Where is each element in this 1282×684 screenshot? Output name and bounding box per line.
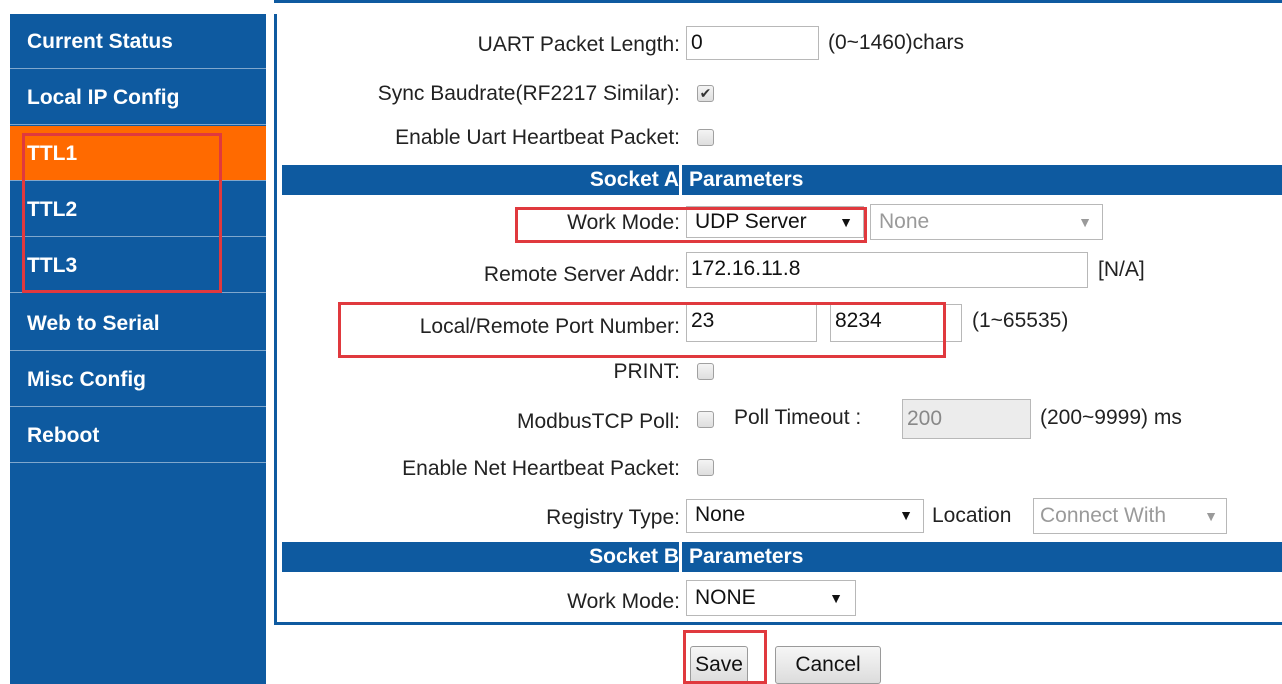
- sidebar: Current Status Local IP Config TTL1 TTL2…: [10, 14, 266, 684]
- section-divider: [679, 542, 682, 572]
- location-label: Location: [932, 504, 1012, 527]
- work-mode-label: Work Mode:: [567, 211, 680, 234]
- poll-timeout-label: Poll Timeout :: [734, 406, 862, 429]
- caret-down-icon: ▼: [1078, 214, 1092, 230]
- caret-down-icon: ▼: [839, 214, 853, 230]
- modbus-poll-checkbox[interactable]: [697, 411, 714, 428]
- socket-a-header-title: Socket A: [589, 168, 679, 191]
- sidebar-item-reboot[interactable]: Reboot: [10, 408, 266, 463]
- sidebar-item-local-ip-config[interactable]: Local IP Config: [10, 70, 266, 125]
- location-value: Connect With: [1040, 504, 1167, 527]
- save-button[interactable]: Save: [690, 646, 748, 684]
- socket-b-header-title: Socket B: [589, 545, 679, 568]
- caret-down-icon: ▼: [899, 507, 913, 523]
- caret-down-icon: ▼: [829, 590, 843, 606]
- sidebar-item-ttl3[interactable]: TTL3: [10, 238, 266, 293]
- registry-type-label: Registry Type:: [546, 506, 680, 529]
- cancel-button[interactable]: Cancel: [775, 646, 881, 684]
- poll-timeout-input[interactable]: 200: [902, 399, 1031, 439]
- remote-server-addr-input[interactable]: 172.16.11.8: [686, 252, 1088, 288]
- work-mode-secondary-value: None: [879, 210, 930, 233]
- frame-left-border: [274, 14, 277, 625]
- registry-type-select[interactable]: None ▼: [686, 499, 924, 533]
- caret-down-icon: ▼: [1204, 508, 1218, 524]
- sync-baudrate-checkbox[interactable]: ✔: [697, 85, 714, 102]
- uart-packet-length-label: UART Packet Length:: [477, 33, 680, 56]
- sidebar-item-web-to-serial[interactable]: Web to Serial: [10, 296, 266, 351]
- remote-server-addr-label: Remote Server Addr:: [483, 263, 680, 286]
- port-number-hint: (1~65535): [972, 309, 1069, 332]
- uart-heartbeat-checkbox[interactable]: [697, 129, 714, 146]
- socket-b-work-mode-label: Work Mode:: [567, 590, 680, 613]
- sidebar-item-ttl1[interactable]: TTL1: [10, 126, 266, 181]
- socket-b-work-mode-value: NONE: [695, 586, 756, 609]
- uart-heartbeat-label: Enable Uart Heartbeat Packet:: [395, 126, 680, 149]
- checkmark-icon: ✔: [699, 85, 712, 101]
- net-heartbeat-label: Enable Net Heartbeat Packet:: [402, 457, 680, 480]
- frame-bottom-border: [274, 622, 1282, 625]
- socket-b-header-parameters: Parameters: [689, 545, 804, 568]
- socket-a-header: Socket A Parameters: [282, 165, 1282, 195]
- port-number-label: Local/Remote Port Number:: [419, 315, 680, 338]
- location-select[interactable]: Connect With ▼: [1033, 498, 1227, 534]
- socket-b-header: Socket B Parameters: [282, 542, 1282, 572]
- remote-port-input[interactable]: 8234: [830, 304, 962, 342]
- print-label: PRINT:: [613, 360, 680, 383]
- local-port-input[interactable]: 23: [686, 304, 817, 342]
- sidebar-item-misc-config[interactable]: Misc Config: [10, 352, 266, 407]
- uart-packet-length-input[interactable]: 0: [686, 26, 819, 60]
- uart-packet-length-hint: (0~1460)chars: [828, 31, 964, 54]
- frame-top-border: [274, 0, 1282, 3]
- section-divider: [679, 165, 682, 195]
- net-heartbeat-checkbox[interactable]: [697, 459, 714, 476]
- sync-baudrate-label: Sync Baudrate(RF2217 Similar):: [377, 82, 680, 105]
- modbus-poll-label: ModbusTCP Poll:: [516, 410, 680, 433]
- work-mode-select[interactable]: UDP Server ▼: [686, 206, 864, 238]
- socket-a-header-parameters: Parameters: [689, 168, 804, 191]
- sidebar-item-current-status[interactable]: Current Status: [10, 14, 266, 69]
- registry-type-value: None: [695, 503, 746, 526]
- remote-server-addr-hint: [N/A]: [1098, 258, 1145, 281]
- socket-b-work-mode-select[interactable]: NONE ▼: [686, 580, 856, 616]
- work-mode-value: UDP Server: [695, 210, 807, 233]
- work-mode-secondary-select[interactable]: None ▼: [870, 204, 1103, 240]
- print-checkbox[interactable]: [697, 363, 714, 380]
- poll-timeout-hint: (200~9999) ms: [1040, 406, 1182, 429]
- sidebar-item-ttl2[interactable]: TTL2: [10, 182, 266, 237]
